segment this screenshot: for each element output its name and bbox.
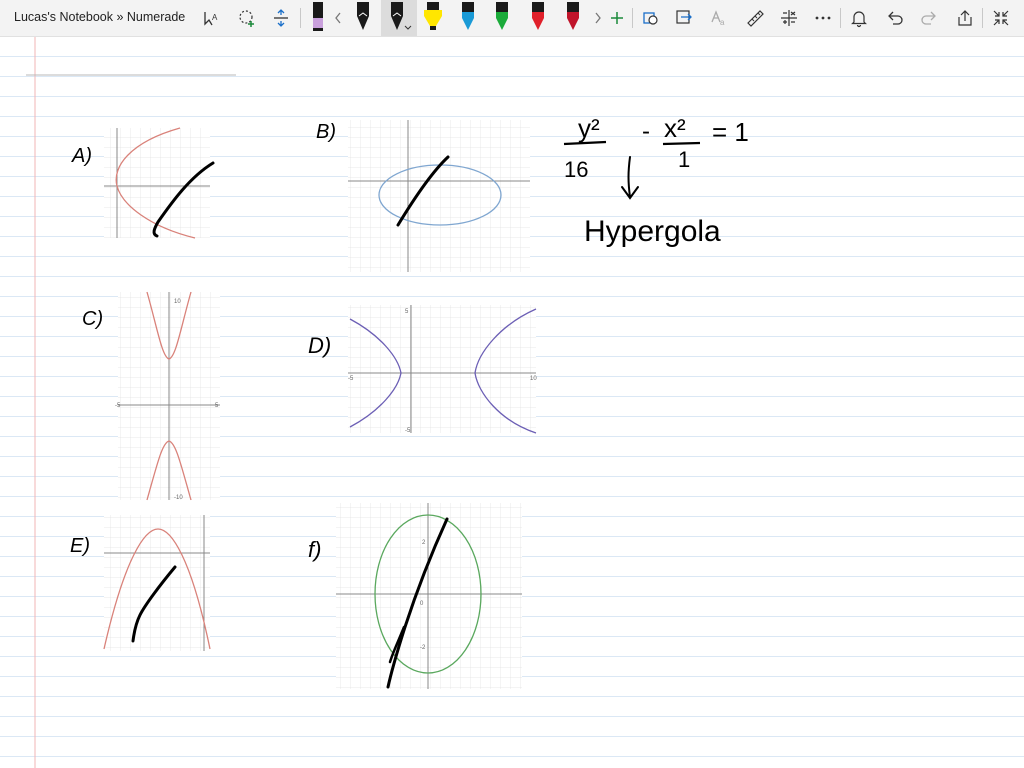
label-b: B) (316, 121, 336, 143)
ink-to-text-icon[interactable]: a (706, 0, 732, 36)
toolbar-separator (982, 8, 983, 28)
tick-label: -5 (405, 428, 411, 434)
equation-numerator-y: y² (578, 113, 600, 143)
equation-numerator-x: x² (664, 113, 686, 143)
add-shape-icon[interactable] (234, 0, 260, 36)
graph-e (103, 515, 211, 651)
svg-text:A: A (212, 13, 218, 22)
tick-label: 10 (174, 299, 181, 305)
equation-denominator-16: 16 (564, 157, 588, 182)
graph-d: 5 -5 10 -5 (348, 305, 537, 434)
ink-to-shape-icon[interactable] (671, 0, 697, 36)
tick-label: -5 (348, 376, 354, 382)
tick-label: -2 (420, 645, 426, 651)
highlighter-icon[interactable] (420, 0, 446, 36)
notebook-page[interactable]: A) B) 10 -5 5 -10 C) 5 -5 10 -5 D) E) 2 … (0, 37, 1024, 768)
label-a: A) (71, 145, 92, 167)
ruler-icon[interactable] (742, 0, 768, 36)
tick-label: 10 (530, 376, 537, 382)
graph-f: 2 0 -2 (336, 503, 522, 689)
label-f: f) (308, 537, 321, 562)
scroll-left-icon[interactable] (330, 0, 346, 36)
pen-icon[interactable] (381, 0, 417, 36)
fraction-bar (662, 141, 701, 146)
more-options-icon[interactable] (810, 0, 836, 36)
add-pen-icon[interactable] (606, 0, 628, 36)
pen-icon[interactable] (350, 0, 376, 36)
tick-label: -5 (115, 403, 121, 409)
svg-text:a: a (720, 18, 725, 27)
graph-a (104, 127, 215, 239)
toolbar-separator (300, 8, 301, 28)
redo-icon[interactable] (916, 0, 942, 36)
window-title: Lucas's Notebook » Numerade (14, 10, 186, 24)
pen-icon[interactable] (489, 0, 515, 36)
pen-icon[interactable] (525, 0, 551, 36)
answer-text: Hypergola (584, 215, 721, 248)
undo-icon[interactable] (882, 0, 908, 36)
graph-b (348, 120, 530, 272)
insert-space-icon[interactable] (268, 0, 294, 36)
share-icon[interactable] (952, 0, 978, 36)
ribbon-toolbar: Lucas's Notebook » Numerade A a (0, 0, 1024, 37)
equation-denominator-1: 1 (678, 147, 690, 172)
tick-label: -10 (174, 495, 183, 501)
pen-icon[interactable] (306, 0, 330, 36)
shapes-icon[interactable] (638, 0, 664, 36)
label-c: C) (82, 308, 103, 330)
toolbar-separator (632, 8, 633, 28)
toolbar-separator (840, 8, 841, 28)
pen-icon[interactable] (455, 0, 481, 36)
graph-c: 10 -5 5 -10 (115, 291, 220, 501)
equation-equals-one: = 1 (712, 117, 749, 147)
lasso-select-icon[interactable]: A (198, 0, 224, 36)
equation-minus: - (642, 118, 650, 145)
full-screen-icon[interactable] (988, 0, 1014, 36)
label-e: E) (70, 535, 90, 557)
bell-icon[interactable] (846, 0, 872, 36)
pen-icon[interactable] (560, 0, 586, 36)
scroll-right-icon[interactable] (590, 0, 606, 36)
label-d: D) (308, 333, 331, 358)
math-icon[interactable] (776, 0, 802, 36)
